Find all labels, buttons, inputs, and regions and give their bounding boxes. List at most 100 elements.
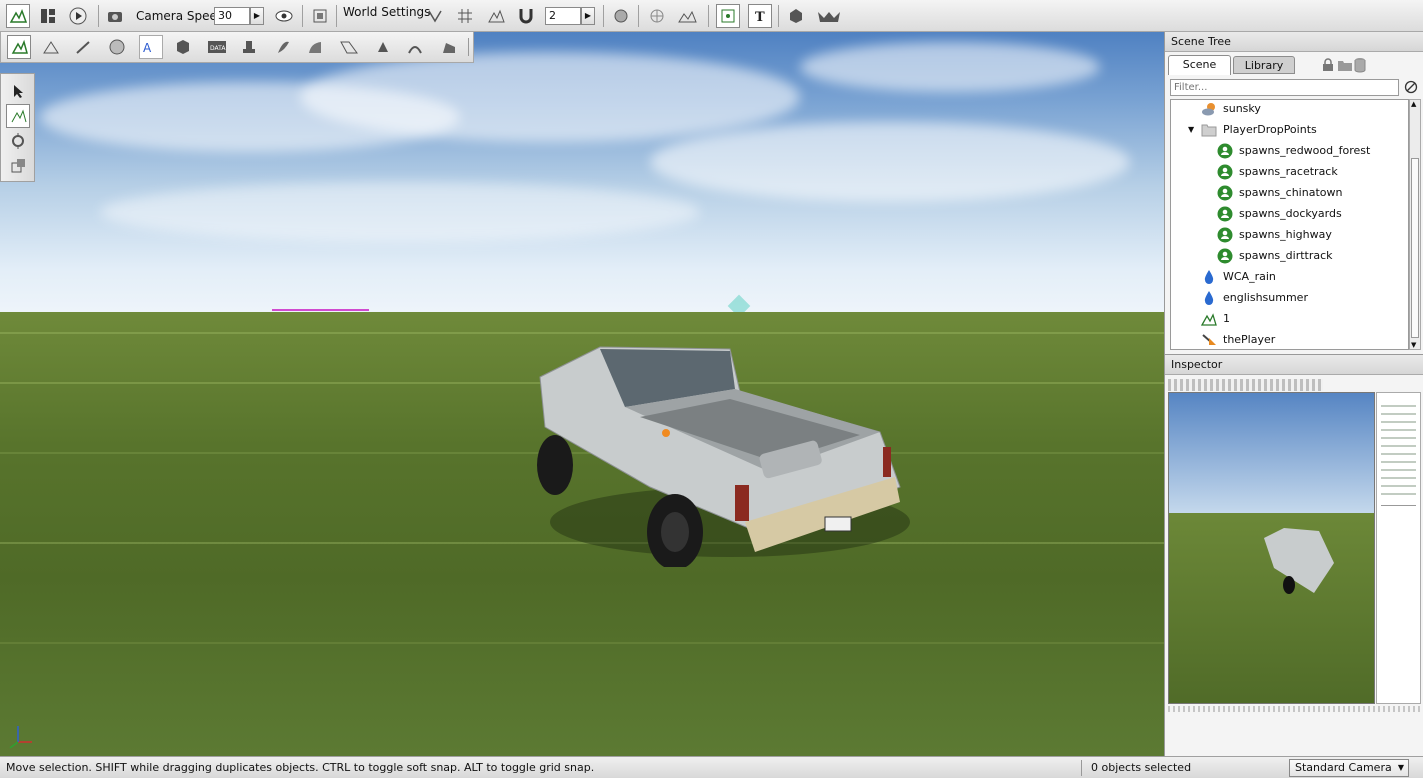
camera-select[interactable]: Standard Camera ▼ (1289, 759, 1409, 777)
grid-snap-icon[interactable] (453, 4, 477, 28)
tree-item-spawn[interactable]: spawns_highway (1217, 224, 1332, 245)
tab-scene[interactable]: Scene (1168, 55, 1231, 75)
scroll-up-icon[interactable]: ▲ (1411, 100, 1416, 108)
scene-tree-scrollbar[interactable]: ▲ ▼ (1409, 99, 1421, 350)
selection-count: 0 objects selected (1091, 761, 1192, 774)
material-editor-icon[interactable] (105, 35, 129, 59)
camera-speed-field[interactable]: 30 (214, 7, 250, 25)
gizmo-toolbar (0, 73, 35, 182)
select-arrow-icon[interactable] (6, 79, 30, 103)
sky (0, 32, 1164, 312)
spawn-icon (1217, 227, 1233, 243)
terrain-snap-icon[interactable] (484, 4, 508, 28)
mesh-editor-icon[interactable] (171, 35, 195, 59)
inspector-preview-status (1168, 706, 1420, 712)
raindrop-icon (1201, 290, 1217, 306)
selection-centroid-icon[interactable] (716, 4, 740, 28)
text-labels-icon[interactable]: T (748, 4, 772, 28)
spawn-icon (1217, 164, 1233, 180)
terrain-painter-icon[interactable] (71, 35, 95, 59)
river-editor-icon[interactable] (303, 35, 327, 59)
lock-icon[interactable] (1322, 58, 1334, 75)
spawn-icon (1217, 248, 1233, 264)
tree-item-wca-rain[interactable]: WCA_rain (1201, 266, 1276, 287)
magnet-icon[interactable] (514, 4, 538, 28)
tree-item-terrain[interactable]: 1 (1201, 308, 1230, 329)
datablock-icon[interactable] (814, 4, 844, 28)
marker-line (272, 309, 369, 311)
spawn-icon (1217, 206, 1233, 222)
decal-editor-icon[interactable] (371, 35, 395, 59)
forest-editor-icon[interactable] (271, 35, 295, 59)
camera-speed-stepper[interactable]: ▶ (250, 7, 264, 25)
scene-filter-input[interactable] (1170, 79, 1399, 96)
scroll-down-icon[interactable]: ▼ (1411, 341, 1416, 349)
road-editor-icon[interactable] (337, 35, 361, 59)
bounds-snap-icon[interactable] (645, 4, 669, 28)
spawn-icon (1217, 185, 1233, 201)
terrain-icon (1201, 311, 1217, 327)
snap-icon[interactable] (423, 4, 447, 28)
camera-select-value: Standard Camera (1295, 761, 1392, 774)
tree-item-sunsky[interactable]: sunsky (1201, 100, 1261, 119)
scene-tree-title: Scene Tree (1165, 32, 1423, 52)
scene-tree: sunsky ▼ PlayerDropPoints spawns_redwood… (1170, 99, 1409, 350)
shape-icon[interactable] (784, 4, 808, 28)
axis-gizmo (9, 726, 32, 748)
navmesh-editor-icon[interactable] (437, 35, 461, 59)
world-settings-button[interactable]: World Settings (343, 5, 430, 19)
sketch-tool-icon[interactable]: A (139, 35, 163, 59)
tree-item-spawn[interactable]: spawns_chinatown (1217, 182, 1342, 203)
3d-viewport[interactable] (0, 32, 1164, 756)
object-editor-icon[interactable] (7, 35, 31, 59)
folder-icon (1201, 122, 1217, 138)
object-snap-icon[interactable] (609, 4, 633, 28)
tree-item-playerdroppoints[interactable]: ▼ PlayerDropPoints (1188, 119, 1317, 140)
clear-filter-icon[interactable] (1404, 80, 1418, 97)
svg-text:DATA: DATA (210, 45, 226, 52)
tree-item-englishsummer[interactable]: englishsummer (1201, 287, 1308, 308)
move-gizmo-icon[interactable] (6, 104, 30, 128)
svg-text:A: A (143, 41, 152, 55)
tree-item-spawn[interactable]: spawns_redwood_forest (1217, 140, 1370, 161)
rotate-gizmo-icon[interactable] (6, 129, 30, 153)
main-toolbar: Camera Speed 30 ▶ World Settings 2 ▶ T (0, 0, 1423, 32)
fit-view-icon[interactable] (308, 4, 332, 28)
tree-item-theplayer[interactable]: thePlayer (1201, 329, 1275, 349)
terrain-editor-icon[interactable] (6, 4, 30, 28)
visibility-eye-icon[interactable] (272, 4, 296, 28)
datablock-editor-icon[interactable]: DATA (205, 35, 229, 59)
svg-text:T: T (755, 10, 765, 24)
sun-icon (1201, 101, 1217, 117)
shelf-grip[interactable] (468, 38, 473, 56)
raindrop-icon (1201, 269, 1217, 285)
camera-speed-label: Camera Speed (136, 9, 225, 23)
inspector-preview-image (1168, 392, 1375, 704)
scrollbar-thumb[interactable] (1411, 158, 1419, 338)
inspector-thumb-toolbar (1168, 379, 1323, 391)
editor-tool-shelf: A DATA (0, 32, 474, 63)
status-hint: Move selection. SHIFT while dragging dup… (6, 761, 595, 774)
scale-gizmo-icon[interactable] (6, 154, 30, 178)
play-icon[interactable] (66, 4, 90, 28)
snap-value-stepper[interactable]: ▶ (581, 7, 595, 25)
tree-item-spawn[interactable]: spawns_racetrack (1217, 161, 1338, 182)
new-folder-icon[interactable] (1337, 58, 1353, 75)
mesh-road-editor-icon[interactable] (403, 35, 427, 59)
tab-library[interactable]: Library (1233, 56, 1295, 74)
layout-icon[interactable] (36, 4, 60, 28)
tree-item-spawn[interactable]: spawns_dirttrack (1217, 245, 1333, 266)
spawn-icon (1217, 143, 1233, 159)
camera-icon[interactable] (104, 4, 128, 28)
align-terrain-icon[interactable] (675, 4, 699, 28)
particle-editor-icon[interactable] (237, 35, 261, 59)
snap-value-field[interactable]: 2 (545, 7, 581, 25)
status-bar: Move selection. SHIFT while dragging dup… (0, 756, 1423, 778)
expand-arrow-icon[interactable]: ▼ (1188, 125, 1198, 134)
pickup-truck[interactable] (530, 337, 910, 567)
tree-item-spawn[interactable]: spawns_dockyards (1217, 203, 1342, 224)
database-icon[interactable] (1354, 57, 1366, 76)
terrain-editor-tool-icon[interactable] (39, 35, 63, 59)
camera-icon (1201, 332, 1217, 348)
inspector-preview-sidebar (1376, 392, 1421, 704)
